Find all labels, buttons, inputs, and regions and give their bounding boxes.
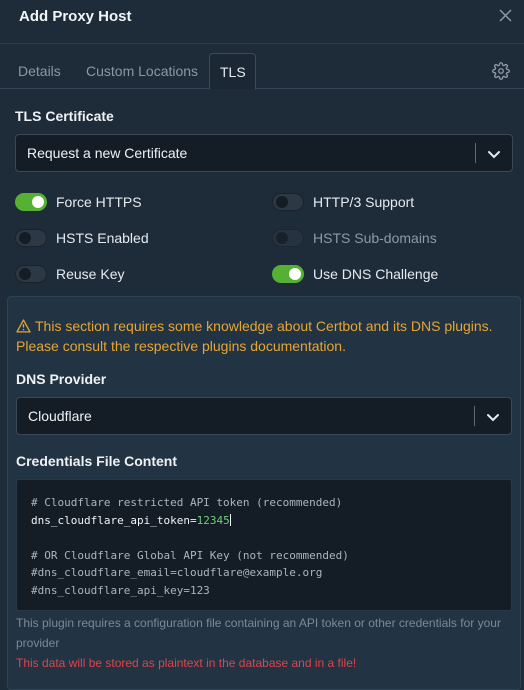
dns-warning: This section requires some knowledge abo…: [16, 316, 506, 356]
certificate-select[interactable]: Request a new Certificate: [15, 134, 513, 172]
certificate-select-value: Request a new Certificate: [27, 145, 188, 161]
credentials-textarea[interactable]: # Cloudflare restricted API token (recom…: [16, 479, 512, 611]
dns-challenge-label: Use DNS Challenge: [313, 266, 439, 282]
credentials-label: Credentials File Content: [16, 453, 178, 469]
select-separator: [474, 406, 475, 426]
switch-reuse-key[interactable]: [15, 265, 47, 283]
code-line-1: # Cloudflare restricted API token (recom…: [31, 496, 343, 509]
warning-triangle-icon: [16, 318, 31, 333]
select-separator: [475, 143, 476, 163]
switch-hsts-subdomains: [272, 229, 304, 247]
tab-bar: Details Custom Locations TLS: [0, 44, 524, 90]
toggle-http3[interactable]: HTTP/3 Support: [272, 191, 414, 213]
code-line-6: #dns_cloudflare_api_key=123: [31, 583, 210, 597]
toggle-hsts[interactable]: HSTS Enabled: [15, 227, 149, 249]
switch-force-https[interactable]: [15, 193, 47, 211]
dialog-title: Add Proxy Host: [19, 8, 132, 25]
tab-tls[interactable]: TLS: [209, 53, 256, 90]
tab-custom-locations[interactable]: Custom Locations: [76, 53, 208, 89]
dialog-header: Add Proxy Host: [0, 0, 524, 44]
credentials-help-text: This plugin requires a configuration fil…: [16, 616, 501, 650]
code-line-2-key: dns_cloudflare_api_token=: [31, 513, 197, 527]
hsts-label: HSTS Enabled: [56, 230, 149, 246]
hsts-subdomains-label: HSTS Sub-domains: [313, 230, 437, 246]
http3-label: HTTP/3 Support: [313, 194, 415, 210]
text-cursor: [229, 513, 231, 526]
toggle-dns-challenge[interactable]: Use DNS Challenge: [272, 263, 438, 285]
tab-details[interactable]: Details: [8, 53, 71, 89]
close-icon[interactable]: [496, 6, 514, 24]
chevron-down-icon[interactable]: [486, 146, 502, 162]
code-line-2-value: 12345: [196, 513, 230, 527]
dns-provider-label: DNS Provider: [16, 371, 107, 387]
dns-warning-text: This section requires some knowledge abo…: [16, 318, 493, 354]
code-line-5: #dns_cloudflare_email=cloudflare@example…: [31, 566, 323, 579]
force-https-label: Force HTTPS: [56, 194, 142, 210]
reuse-key-label: Reuse Key: [56, 266, 125, 282]
chevron-down-icon[interactable]: [485, 409, 501, 425]
toggle-reuse-key[interactable]: Reuse Key: [15, 263, 124, 285]
tls-certificate-label: TLS Certificate: [15, 108, 114, 124]
code-line-4: # OR Cloudflare Global API Key (not reco…: [31, 548, 349, 562]
switch-http3[interactable]: [272, 193, 304, 211]
toggle-force-https[interactable]: Force HTTPS: [15, 191, 142, 213]
switch-dns-challenge[interactable]: [272, 265, 304, 283]
gear-icon[interactable]: [492, 62, 510, 80]
dns-provider-value: Cloudflare: [28, 408, 92, 424]
dns-provider-select[interactable]: Cloudflare: [16, 397, 512, 435]
switch-hsts[interactable]: [15, 229, 47, 247]
toggle-hsts-subdomains: HSTS Sub-domains: [272, 227, 437, 249]
plaintext-warning: This data will be stored as plaintext in…: [16, 656, 357, 670]
